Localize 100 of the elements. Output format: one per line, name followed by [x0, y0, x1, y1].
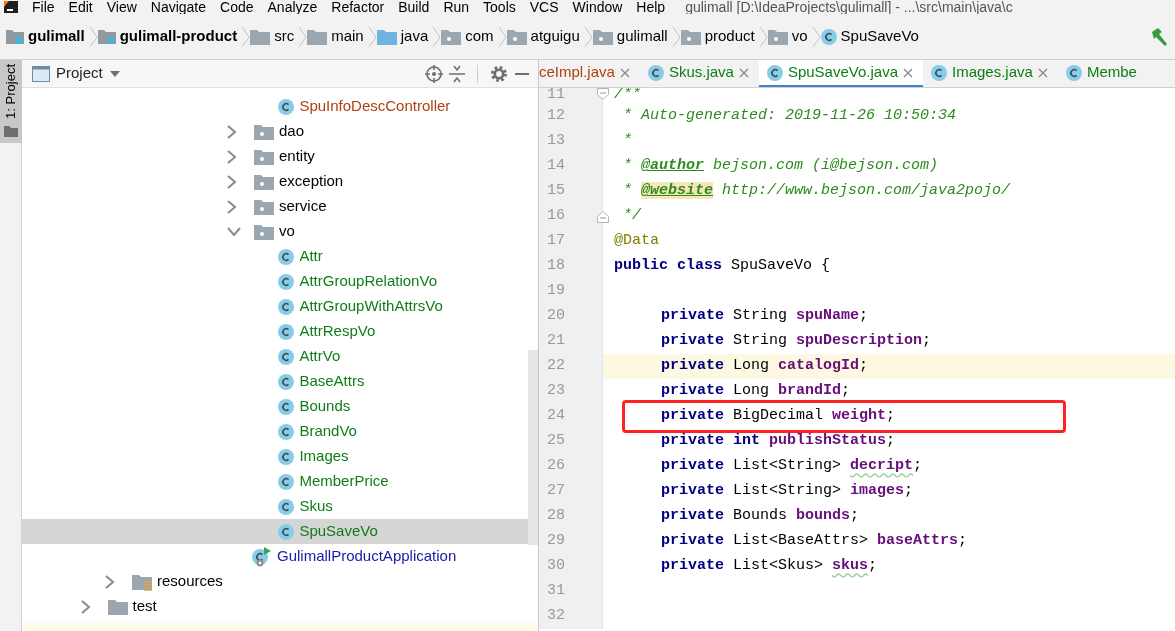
tree-item[interactable]: BrandVo: [22, 419, 528, 444]
package-icon: [680, 27, 701, 46]
breadcrumb[interactable]: main: [307, 25, 364, 48]
folder-icon: [376, 27, 397, 46]
menu-item[interactable]: Window: [572, 0, 623, 14]
breadcrumb[interactable]: product: [680, 25, 755, 48]
line-number: 18: [547, 256, 565, 277]
line-number: 22: [547, 356, 565, 377]
tree-item[interactable]: SpuInfoDescController: [22, 94, 528, 119]
tree-item[interactable]: BaseAttrs: [22, 369, 528, 394]
breadcrumb[interactable]: atguigu: [506, 25, 580, 48]
menu-item[interactable]: File: [32, 0, 55, 14]
line-number: 27: [547, 481, 565, 502]
tree-item[interactable]: Images: [22, 444, 528, 469]
window-title: gulimall [D:\IdeaProjects\gulimall] - ...\src\main\java\c: [685, 0, 1013, 14]
scrollbar-thumb[interactable]: [528, 350, 538, 545]
code-line: * @author bejson.com (i@bejson.com): [622, 156, 939, 177]
code-line: * Auto-generated: 2019-11-26 10:50:34: [622, 106, 957, 127]
class-icon: [278, 348, 295, 365]
close-icon[interactable]: [619, 67, 630, 78]
line-number: 28: [547, 506, 565, 527]
tree-item[interactable]: service: [22, 194, 528, 219]
breadcrumb[interactable]: com: [441, 25, 494, 48]
menu-item[interactable]: Edit: [68, 0, 93, 14]
menu-item[interactable]: VCS: [529, 0, 559, 14]
line-number: 23: [547, 381, 565, 402]
collapse-icon[interactable]: [449, 64, 465, 83]
class-icon: [278, 423, 295, 440]
editor-tab[interactable]: ceImpl.java: [539, 60, 640, 87]
menu-item[interactable]: Code: [220, 0, 254, 14]
menu-item[interactable]: Run: [443, 0, 470, 14]
class-icon: [278, 373, 295, 390]
breadcrumb[interactable]: vo: [767, 25, 808, 48]
code-line: private List<String> images;: [660, 481, 914, 502]
breadcrumb[interactable]: SpuSaveVo: [820, 25, 919, 48]
class-icon: [766, 64, 783, 81]
code-line: private int publishStatus;: [660, 431, 896, 452]
fold-icon[interactable]: [597, 88, 609, 100]
tree-item[interactable]: GulimallProductApplication: [22, 544, 528, 569]
chevron-icon: [671, 25, 681, 48]
breadcrumb[interactable]: gulimall: [6, 25, 85, 48]
class-icon: [278, 298, 295, 315]
line-number: 25: [547, 431, 565, 452]
tree-item[interactable]: entity: [22, 144, 528, 169]
breadcrumb[interactable]: gulimall-product: [97, 25, 238, 48]
code-line: private Long catalogId;: [660, 356, 869, 377]
tree-item[interactable]: vo: [22, 219, 528, 244]
tree-item[interactable]: resources: [22, 569, 528, 594]
project-tool-tab[interactable]: 1: Project: [0, 60, 22, 143]
editor-tab[interactable]: SpuSaveVo.java: [758, 60, 923, 87]
tree-item[interactable]: AttrGroupRelationVo: [22, 269, 528, 294]
line-number: 17: [547, 231, 565, 252]
close-icon[interactable]: [1037, 67, 1048, 78]
code-line: private List<BaseAttrs> baseAttrs;: [660, 531, 968, 552]
code-line: private String spuName;: [660, 306, 869, 327]
caret-icon: [110, 70, 121, 77]
tree-item[interactable]: test: [22, 594, 528, 619]
app-logo-icon: [4, 1, 18, 13]
class-icon: [278, 473, 295, 490]
locate-icon[interactable]: [425, 64, 443, 83]
tree-item[interactable]: SpuSaveVo: [22, 519, 528, 544]
tree-item[interactable]: AttrRespVo: [22, 319, 528, 344]
line-number: 14: [547, 156, 565, 177]
tree-item[interactable]: Bounds: [22, 394, 528, 419]
class-icon: [278, 448, 295, 465]
tree-item[interactable]: MemberPrice: [22, 469, 528, 494]
tree-item[interactable]: Skus: [22, 494, 528, 519]
class-icon: [278, 98, 295, 115]
close-icon[interactable]: [903, 67, 913, 78]
editor-tab[interactable]: Images.java: [923, 60, 1058, 87]
menu-item[interactable]: Build: [398, 0, 430, 14]
chevron-right-icon: [227, 199, 237, 214]
fold-icon[interactable]: [597, 210, 609, 223]
folder-icon: [107, 597, 128, 616]
class-icon: [278, 273, 295, 290]
tree-item[interactable]: dao: [22, 119, 528, 144]
tree-item[interactable]: exception: [22, 169, 528, 194]
editor-tab[interactable]: Skus.java: [639, 60, 759, 87]
menu-item[interactable]: Analyze: [267, 0, 318, 14]
line-number: 11: [547, 88, 565, 102]
folder-icon: [307, 27, 328, 46]
breadcrumb[interactable]: gulimall: [592, 25, 668, 48]
project-view-dropdown[interactable]: Project: [56, 62, 121, 85]
settings-icon[interactable]: [490, 64, 508, 83]
editor-tab[interactable]: Membe: [1057, 60, 1147, 87]
line-number: 13: [547, 131, 565, 152]
menu-item[interactable]: Help: [636, 0, 666, 14]
menu-item[interactable]: Refactor: [331, 0, 385, 14]
chevron-right-icon: [227, 124, 237, 139]
tree-item[interactable]: Attr: [22, 244, 528, 269]
package-icon: [592, 27, 613, 46]
tree-item[interactable]: AttrVo: [22, 344, 528, 369]
menu-item[interactable]: Tools: [483, 0, 516, 14]
breadcrumb[interactable]: src: [250, 25, 295, 48]
tree-item[interactable]: AttrGroupWithAttrsVo: [22, 294, 528, 319]
menu-item[interactable]: Navigate: [150, 0, 207, 14]
close-icon[interactable]: [738, 67, 749, 78]
breadcrumb[interactable]: java: [376, 25, 429, 48]
package-icon: [254, 172, 274, 191]
menu-item[interactable]: View: [106, 0, 137, 14]
